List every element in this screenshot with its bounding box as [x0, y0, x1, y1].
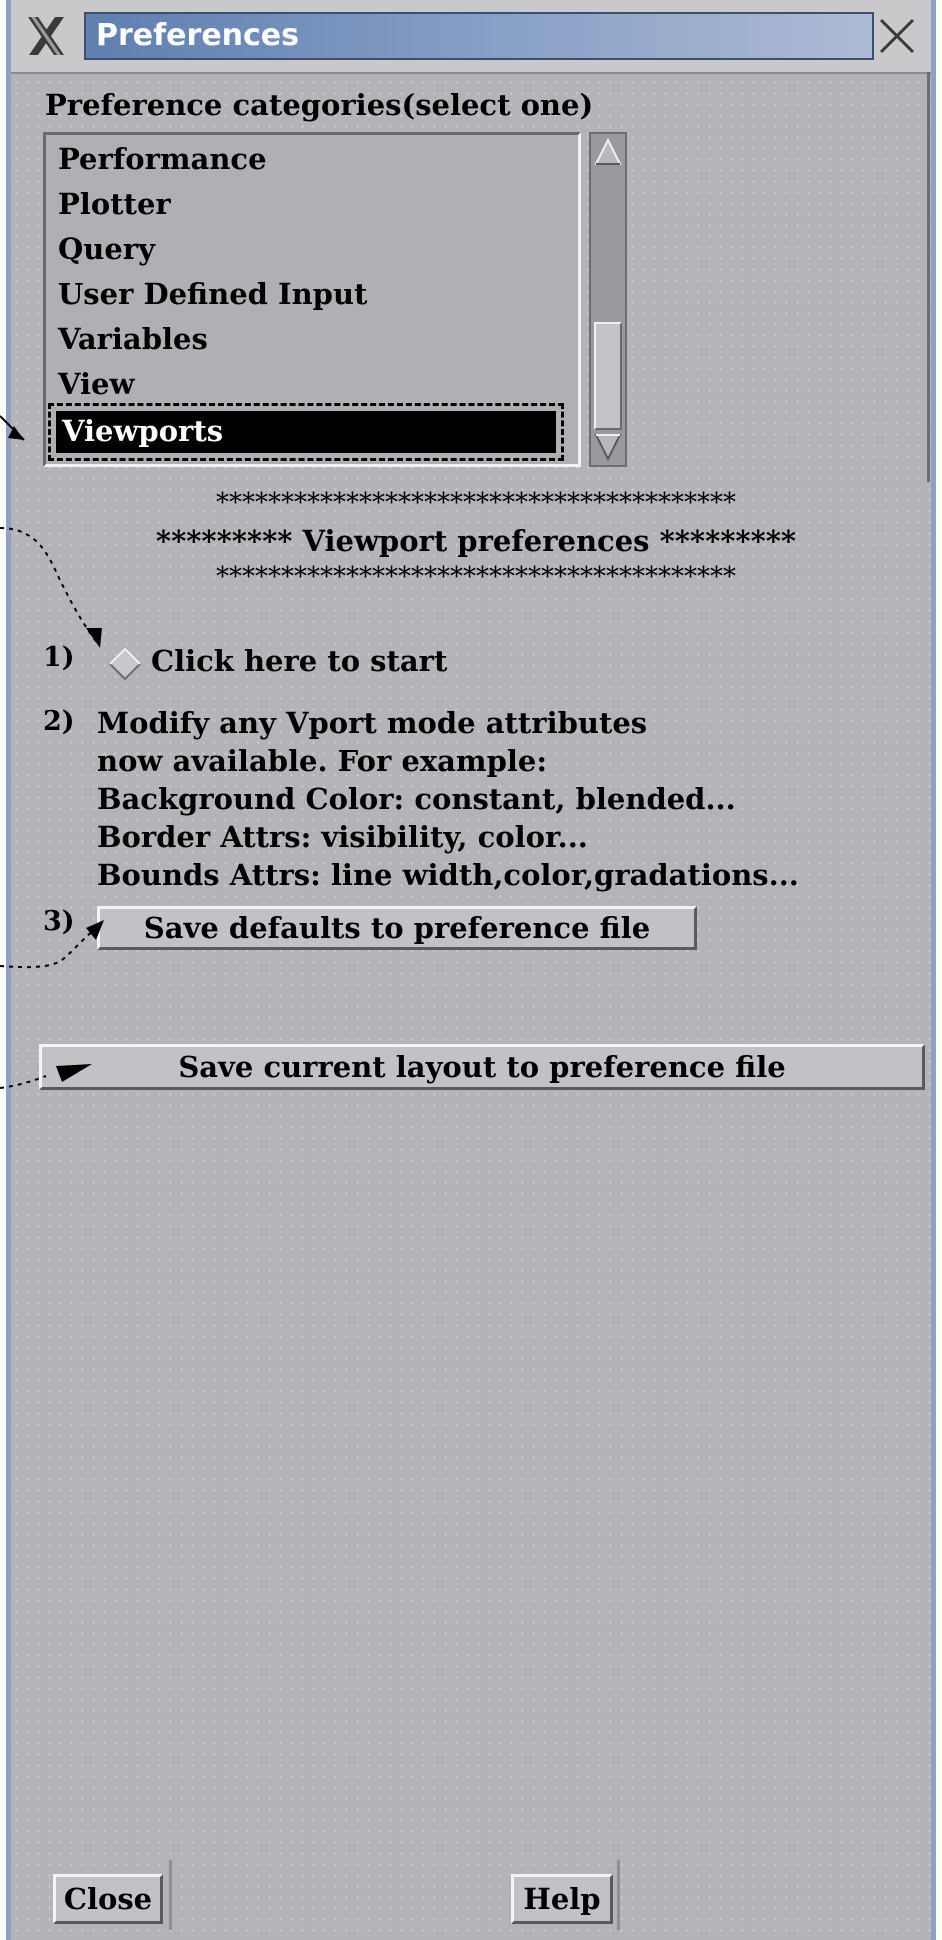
step1-label[interactable]: Click here to start — [151, 644, 447, 678]
help-button[interactable]: Help — [511, 1874, 613, 1924]
stars-bottom: **************************************** — [216, 562, 736, 592]
stars-top: **************************************** — [216, 488, 736, 518]
step2-line-2: now available. For example: — [97, 744, 548, 778]
list-item-variables[interactable]: Variables — [52, 319, 562, 361]
x-logo-icon[interactable] — [25, 14, 67, 58]
list-item-performance[interactable]: Performance — [52, 139, 562, 181]
step2-number: 2) — [43, 706, 75, 737]
categories-scrollbar[interactable] — [589, 132, 627, 467]
save-defaults-button[interactable]: Save defaults to preference file — [97, 906, 697, 950]
close-button[interactable]: Close — [53, 1874, 163, 1924]
step2-line-5: Bounds Attrs: line width,color,gradation… — [97, 858, 799, 892]
title-bar[interactable]: Preferences — [11, 0, 931, 74]
categories-listbox[interactable]: Performance Plotter Query User Defined I… — [43, 132, 581, 467]
step2-line-1: Modify any Vport mode attributes — [97, 706, 648, 740]
save-layout-button[interactable]: Save current layout to preference file — [39, 1044, 925, 1090]
panel-scrollbar-edge — [927, 72, 930, 482]
step1-number: 1) — [43, 642, 75, 673]
list-item-viewports[interactable]: Viewports — [48, 403, 564, 461]
scroll-thumb[interactable] — [594, 322, 622, 430]
start-radio-diamond-icon[interactable] — [107, 646, 143, 682]
window-title: Preferences — [84, 12, 874, 60]
preferences-window: Preferences Preference categories(select… — [6, 0, 936, 1940]
list-item-view[interactable]: View — [52, 364, 562, 406]
footer-separator-left — [169, 1860, 172, 1930]
categories-heading: Preference categories(select one) — [45, 88, 594, 122]
close-icon[interactable] — [875, 14, 919, 58]
list-item-query[interactable]: Query — [52, 229, 562, 271]
list-item-plotter[interactable]: Plotter — [52, 184, 562, 226]
scroll-up-arrow-icon[interactable] — [594, 137, 622, 167]
list-item-user-defined-input[interactable]: User Defined Input — [52, 274, 562, 316]
footer-separator-right — [617, 1860, 620, 1930]
step2-line-3: Background Color: constant, blended... — [97, 782, 736, 816]
step3-number: 3) — [43, 906, 75, 937]
scroll-down-arrow-icon[interactable] — [594, 432, 622, 462]
step2-line-4: Border Attrs: visibility, color... — [97, 820, 588, 854]
section-title: ********* Viewport preferences ********* — [155, 524, 797, 558]
